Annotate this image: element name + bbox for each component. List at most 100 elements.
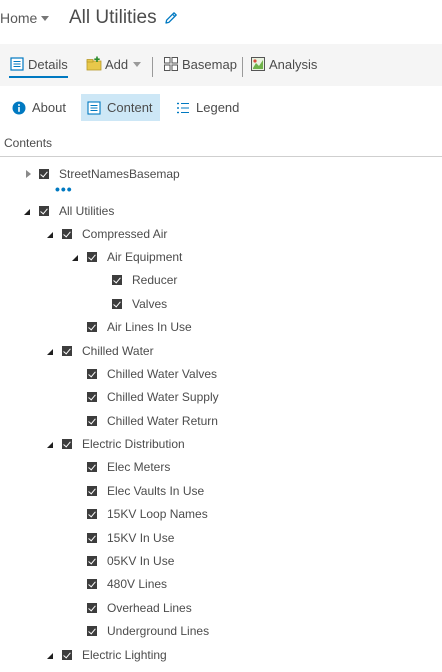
layer-label[interactable]: Electric Lighting <box>82 648 167 662</box>
layer-visibility-checkbox[interactable] <box>87 509 97 519</box>
tab-legend[interactable]: Legend <box>170 94 245 121</box>
layer-visibility-checkbox[interactable] <box>39 169 49 179</box>
analysis-button[interactable]: Analysis <box>250 56 317 72</box>
collapse-triangle-icon[interactable] <box>45 228 57 240</box>
basemap-label: Basemap <box>182 56 237 72</box>
layer-label[interactable]: 15KV Loop Names <box>107 507 208 521</box>
layer-visibility-checkbox[interactable] <box>39 206 49 216</box>
tree-row: Valves <box>95 294 167 314</box>
details-button[interactable]: Details <box>9 56 68 78</box>
layer-label[interactable]: Air Lines In Use <box>107 320 192 334</box>
collapse-triangle-icon[interactable] <box>45 649 57 661</box>
triangle-icon <box>47 653 53 659</box>
layer-label[interactable]: 15KV In Use <box>107 531 174 545</box>
layer-label[interactable]: Elec Vaults In Use <box>107 484 204 498</box>
analysis-label: Analysis <box>269 56 318 72</box>
basemap-icon <box>164 57 178 71</box>
layer-label[interactable]: 480V Lines <box>107 577 167 591</box>
collapse-triangle-icon[interactable] <box>45 438 57 450</box>
layer-visibility-checkbox[interactable] <box>112 275 122 285</box>
layer-visibility-checkbox[interactable] <box>87 533 97 543</box>
layer-visibility-checkbox[interactable] <box>62 439 72 449</box>
layer-visibility-checkbox[interactable] <box>87 486 97 496</box>
layer-label[interactable]: All Utilities <box>59 204 114 218</box>
layer-label[interactable]: Overhead Lines <box>107 601 192 615</box>
layer-visibility-checkbox[interactable] <box>87 392 97 402</box>
tree-row: Chilled Water <box>45 341 154 361</box>
content-list-icon <box>87 100 101 115</box>
layer-visibility-checkbox[interactable] <box>87 556 97 566</box>
tab-legend-label: Legend <box>196 100 240 115</box>
more-options-icon[interactable]: ••• <box>55 182 73 196</box>
details-label: Details <box>28 56 68 72</box>
triangle-icon <box>25 170 31 178</box>
tree-row: Chilled Water Return <box>70 411 218 431</box>
layer-visibility-checkbox[interactable] <box>87 626 97 636</box>
layer-visibility-checkbox[interactable] <box>62 650 72 660</box>
collapse-triangle-icon[interactable] <box>22 205 34 217</box>
layer-label[interactable]: Chilled Water Return <box>107 414 218 428</box>
tree-row: Underground Lines <box>70 621 209 641</box>
layer-visibility-checkbox[interactable] <box>62 229 72 239</box>
layer-visibility-checkbox[interactable] <box>62 346 72 356</box>
layer-label[interactable]: Chilled Water Supply <box>107 390 219 404</box>
layer-visibility-checkbox[interactable] <box>87 603 97 613</box>
tree-row: Overhead Lines <box>70 598 192 618</box>
layer-visibility-checkbox[interactable] <box>87 322 97 332</box>
basemap-button[interactable]: Basemap <box>163 56 237 72</box>
pencil-icon[interactable] <box>163 10 179 26</box>
contents-heading: Contents <box>4 136 53 150</box>
tree-row: 15KV In Use <box>70 528 174 548</box>
layer-visibility-checkbox[interactable] <box>87 416 97 426</box>
layer-visibility-checkbox[interactable] <box>87 369 97 379</box>
map-header: Home All Utilities <box>0 0 442 44</box>
expand-triangle-icon[interactable] <box>22 168 34 180</box>
layer-visibility-checkbox[interactable] <box>87 252 97 262</box>
tree-row: All Utilities <box>22 201 114 221</box>
legend-icon <box>177 102 189 113</box>
home-menu[interactable]: Home <box>0 10 50 26</box>
triangle-icon <box>47 349 53 355</box>
layer-label[interactable]: Chilled Water Valves <box>107 367 217 381</box>
details-icon <box>10 57 24 71</box>
layer-label[interactable]: 05KV In Use <box>107 554 174 568</box>
layer-label[interactable]: Electric Distribution <box>82 437 185 451</box>
collapse-triangle-icon[interactable] <box>45 345 57 357</box>
tree-row: Reducer <box>95 270 177 290</box>
layer-visibility-checkbox[interactable] <box>112 299 122 309</box>
tree-row: 05KV In Use <box>70 551 174 571</box>
tab-about[interactable]: About <box>6 94 72 121</box>
layer-label[interactable]: Valves <box>132 297 167 311</box>
layer-label[interactable]: Chilled Water <box>82 344 154 358</box>
collapse-triangle-icon[interactable] <box>70 251 82 263</box>
tab-content[interactable]: Content <box>81 94 160 121</box>
layer-visibility-checkbox[interactable] <box>87 579 97 589</box>
divider <box>0 156 442 157</box>
tree-row: Elec Vaults In Use <box>70 481 204 501</box>
tab-about-label: About <box>32 100 66 115</box>
layer-visibility-checkbox[interactable] <box>87 462 97 472</box>
tree-row: Chilled Water Supply <box>70 387 219 407</box>
tree-row: StreetNamesBasemap <box>22 164 180 184</box>
triangle-icon <box>47 442 53 448</box>
tree-row: Air Lines In Use <box>70 317 192 337</box>
add-button[interactable]: Add <box>86 56 142 72</box>
layer-label[interactable]: StreetNamesBasemap <box>59 167 180 181</box>
add-label: Add <box>105 56 129 72</box>
layer-label[interactable]: Compressed Air <box>82 227 167 241</box>
layer-label[interactable]: Reducer <box>132 273 177 287</box>
layer-label[interactable]: Elec Meters <box>107 460 170 474</box>
layer-label[interactable]: Underground Lines <box>107 624 209 638</box>
triangle-icon <box>72 255 78 261</box>
layer-label[interactable]: Air Equipment <box>107 250 182 264</box>
